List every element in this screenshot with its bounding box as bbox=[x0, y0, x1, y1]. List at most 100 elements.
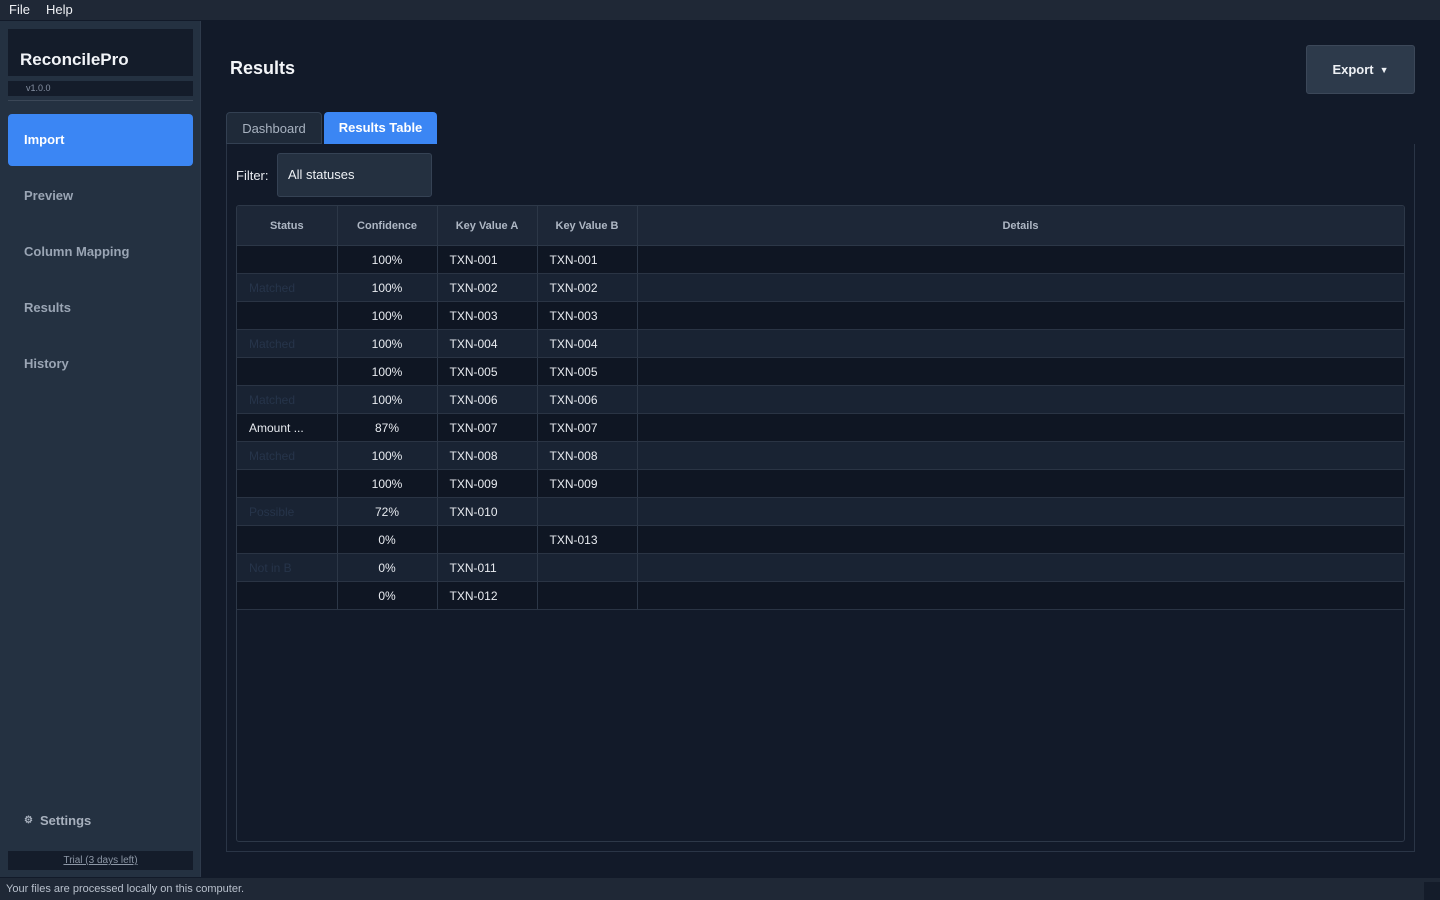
details-cell bbox=[637, 525, 1404, 554]
details-cell bbox=[637, 497, 1404, 526]
column-header-key-a[interactable]: Key Value A bbox=[437, 206, 538, 246]
table-row[interactable]: Possible 72% TXN-010 bbox=[237, 497, 1404, 526]
status-cell: Matched bbox=[237, 385, 338, 414]
menu-help[interactable]: Help bbox=[37, 0, 80, 20]
key-a-cell: TXN-002 bbox=[437, 273, 538, 302]
table-row[interactable]: Matched 100% TXN-004 TXN-004 bbox=[237, 329, 1404, 358]
details-cell bbox=[637, 245, 1404, 274]
filter-label: Filter: bbox=[236, 168, 269, 183]
column-header-status[interactable]: Status bbox=[237, 206, 338, 246]
key-b-cell: TXN-007 bbox=[537, 413, 638, 442]
status-cell: Possible bbox=[237, 497, 338, 526]
key-a-cell: TXN-004 bbox=[437, 329, 538, 358]
status-cell bbox=[237, 245, 338, 274]
tab-dashboard[interactable]: Dashboard bbox=[226, 112, 322, 144]
status-cell: Matched bbox=[237, 273, 338, 302]
status-cell bbox=[237, 301, 338, 330]
column-header-confidence[interactable]: Confidence bbox=[337, 206, 438, 246]
key-b-cell: TXN-005 bbox=[537, 357, 638, 386]
status-cell bbox=[237, 469, 338, 498]
status-bar: Your files are processed locally on this… bbox=[0, 878, 1440, 900]
status-cell: Not in B bbox=[237, 553, 338, 582]
table-row[interactable]: Not in B 0% TXN-011 bbox=[237, 553, 1404, 582]
key-b-cell: TXN-006 bbox=[537, 385, 638, 414]
menu-bar: File Help bbox=[0, 0, 1440, 20]
key-b-cell bbox=[537, 553, 638, 582]
details-cell bbox=[637, 441, 1404, 470]
settings-link[interactable]: ⚙ Settings bbox=[24, 813, 91, 828]
key-b-cell bbox=[537, 497, 638, 526]
table-row[interactable]: Matched 100% TXN-002 TXN-002 bbox=[237, 273, 1404, 302]
confidence-cell: 0% bbox=[337, 581, 438, 610]
details-cell bbox=[637, 581, 1404, 610]
status-cell bbox=[237, 581, 338, 610]
status-cell bbox=[237, 525, 338, 554]
resize-grip[interactable] bbox=[1424, 882, 1440, 900]
details-cell bbox=[637, 273, 1404, 302]
page-title: Results bbox=[230, 58, 296, 78]
key-a-cell: TXN-003 bbox=[437, 301, 538, 330]
confidence-cell: 72% bbox=[337, 497, 438, 526]
confidence-cell: 0% bbox=[337, 553, 438, 582]
sidebar-item-results[interactable]: Results bbox=[8, 282, 193, 334]
details-cell bbox=[637, 553, 1404, 582]
sidebar-item-history[interactable]: History bbox=[8, 338, 193, 390]
table-row[interactable]: Matched 100% TXN-008 TXN-008 bbox=[237, 441, 1404, 470]
sidebar: ReconcilePro v1.0.0 Import Preview Colum… bbox=[0, 21, 201, 877]
sidebar-item-import[interactable]: Import bbox=[8, 114, 193, 166]
confidence-cell: 100% bbox=[337, 329, 438, 358]
table-row[interactable]: 100% TXN-009 TXN-009 bbox=[237, 469, 1404, 498]
key-b-cell: TXN-008 bbox=[537, 441, 638, 470]
key-a-cell: TXN-010 bbox=[437, 497, 538, 526]
confidence-cell: 100% bbox=[337, 385, 438, 414]
menu-file[interactable]: File bbox=[0, 0, 37, 20]
export-label: Export bbox=[1332, 62, 1374, 77]
table-row[interactable]: 100% TXN-003 TXN-003 bbox=[237, 301, 1404, 330]
table-row[interactable]: 0% TXN-013 bbox=[237, 525, 1404, 554]
status-cell: Amount ... bbox=[237, 413, 338, 442]
confidence-cell: 100% bbox=[337, 245, 438, 274]
trial-link[interactable]: Trial (3 days left) bbox=[8, 851, 193, 870]
key-a-cell: TXN-006 bbox=[437, 385, 538, 414]
key-a-cell: TXN-007 bbox=[437, 413, 538, 442]
details-cell bbox=[637, 413, 1404, 442]
sidebar-item-column-mapping[interactable]: Column Mapping bbox=[8, 226, 193, 278]
details-cell bbox=[637, 301, 1404, 330]
key-b-cell: TXN-009 bbox=[537, 469, 638, 498]
key-b-cell: TXN-001 bbox=[537, 245, 638, 274]
key-b-cell: TXN-013 bbox=[537, 525, 638, 554]
sidebar-divider bbox=[8, 100, 193, 101]
column-header-details[interactable]: Details bbox=[637, 206, 1404, 246]
status-cell: Matched bbox=[237, 329, 338, 358]
column-header-key-b[interactable]: Key Value B bbox=[537, 206, 638, 246]
confidence-cell: 87% bbox=[337, 413, 438, 442]
app-title: ReconcilePro bbox=[20, 50, 129, 69]
table-row[interactable]: Amount ... 87% TXN-007 TXN-007 bbox=[237, 413, 1404, 442]
details-cell bbox=[637, 469, 1404, 498]
key-a-cell: TXN-001 bbox=[437, 245, 538, 274]
sidebar-item-preview[interactable]: Preview bbox=[8, 170, 193, 222]
confidence-cell: 100% bbox=[337, 273, 438, 302]
key-a-cell bbox=[437, 525, 538, 554]
confidence-cell: 100% bbox=[337, 301, 438, 330]
key-a-cell: TXN-008 bbox=[437, 441, 538, 470]
key-b-cell: TXN-004 bbox=[537, 329, 638, 358]
table-row[interactable]: Matched 100% TXN-006 TXN-006 bbox=[237, 385, 1404, 414]
export-button[interactable]: Export ▼ bbox=[1306, 45, 1415, 94]
status-cell bbox=[237, 357, 338, 386]
table-row[interactable]: 100% TXN-001 TXN-001 bbox=[237, 245, 1404, 274]
tab-results-table[interactable]: Results Table bbox=[324, 112, 437, 144]
key-b-cell: TXN-003 bbox=[537, 301, 638, 330]
key-a-cell: TXN-011 bbox=[437, 553, 538, 582]
confidence-cell: 100% bbox=[337, 441, 438, 470]
status-cell: Matched bbox=[237, 441, 338, 470]
key-a-cell: TXN-012 bbox=[437, 581, 538, 610]
key-a-cell: TXN-009 bbox=[437, 469, 538, 498]
confidence-cell: 0% bbox=[337, 525, 438, 554]
table-row[interactable]: 0% TXN-012 bbox=[237, 581, 1404, 610]
table-row[interactable]: 100% TXN-005 TXN-005 bbox=[237, 357, 1404, 386]
key-b-cell bbox=[537, 581, 638, 610]
status-filter-select[interactable]: All statuses bbox=[277, 153, 432, 197]
key-b-cell: TXN-002 bbox=[537, 273, 638, 302]
table-header-row: Status Confidence Key Value A Key Value … bbox=[237, 206, 1404, 246]
